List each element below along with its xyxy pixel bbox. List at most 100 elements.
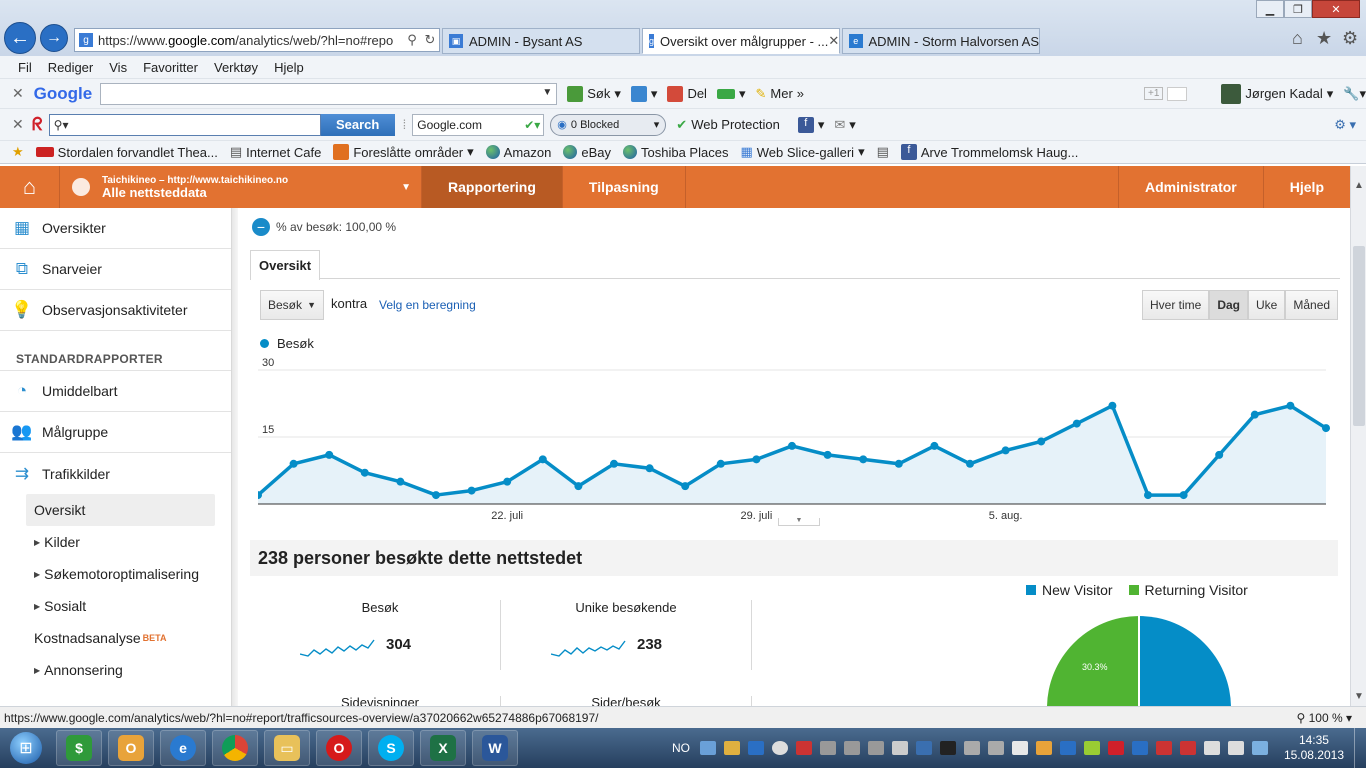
email-menu[interactable]: ✉ ▾	[834, 117, 855, 133]
data-point[interactable]	[538, 455, 547, 464]
data-point[interactable]	[645, 464, 654, 473]
nav-help[interactable]: Hjelp	[1264, 166, 1350, 208]
tray-icon[interactable]	[843, 741, 860, 755]
tray-icon[interactable]	[1179, 741, 1196, 755]
data-point[interactable]	[1037, 437, 1046, 446]
tray-icon[interactable]	[1131, 741, 1148, 755]
data-point[interactable]	[681, 482, 690, 491]
granularity-hour[interactable]: Hver time	[1142, 290, 1210, 320]
data-point[interactable]	[894, 459, 903, 468]
menu-favorites[interactable]: Favoritter	[143, 60, 198, 75]
network-icon[interactable]	[1227, 741, 1244, 755]
data-point[interactable]	[289, 459, 298, 468]
menu-help[interactable]: Hjelp	[274, 60, 304, 75]
blocked-counter[interactable]: ◉ 0 Blocked ▾	[550, 113, 667, 136]
account-selector[interactable]: Taichikineo – http://www.taichikineo.no …	[60, 166, 422, 208]
tray-icon[interactable]	[771, 741, 788, 755]
data-point[interactable]	[1322, 424, 1330, 433]
sidebar-sub-oversikt[interactable]: Oversikt	[26, 494, 215, 526]
data-point[interactable]	[1001, 446, 1010, 455]
tray-icon[interactable]	[747, 741, 764, 755]
tray-icon[interactable]	[1203, 741, 1220, 755]
nav-tilpasning[interactable]: Tilpasning	[563, 166, 686, 208]
sidebar-item-snarveier[interactable]: ⧉ Snarveier	[0, 249, 231, 290]
sidebar-item-observasjon[interactable]: 💡 Observasjonsaktiviteter	[0, 290, 231, 331]
favorite-item[interactable]: ▦ Web Slice-galleri ▾	[740, 144, 864, 160]
close-window-button[interactable]: ✕	[1312, 0, 1360, 18]
wrench-icon[interactable]: 🔧▾	[1343, 86, 1366, 102]
tray-icon[interactable]	[963, 741, 980, 755]
metric-select[interactable]: Besøk ▼	[260, 290, 324, 320]
data-point[interactable]	[1250, 410, 1259, 419]
bookmark-menu[interactable]: ▾	[630, 85, 657, 102]
data-point[interactable]	[467, 486, 476, 495]
data-point[interactable]	[1215, 450, 1224, 459]
data-point[interactable]	[716, 459, 725, 468]
maximize-button[interactable]: ❐	[1284, 0, 1312, 18]
tray-icon[interactable]	[723, 741, 740, 755]
granularity-week[interactable]: Uke	[1248, 290, 1286, 320]
sidebar-item-malgruppe[interactable]: 👥 Målgruppe	[0, 412, 231, 453]
engine-select[interactable]: Google.com ✔▾	[412, 113, 545, 136]
tab-storm[interactable]: e ADMIN - Storm Halvorsen AS	[842, 28, 1040, 54]
favorite-item[interactable]: ▤	[877, 144, 889, 160]
taskbar-app-word[interactable]: W	[472, 730, 518, 766]
close-toolbar-icon[interactable]: ✕	[12, 116, 30, 133]
data-point[interactable]	[1108, 401, 1117, 410]
data-point[interactable]	[859, 455, 868, 464]
granularity-month[interactable]: Måned	[1285, 290, 1339, 320]
tray-icon[interactable]	[939, 741, 956, 755]
nav-rapportering[interactable]: Rapportering	[422, 166, 563, 208]
more-menu[interactable]: ✎ Mer»	[755, 86, 804, 102]
home-button[interactable]: ⌂	[0, 166, 60, 208]
show-desktop-button[interactable]	[1354, 728, 1366, 768]
zoom-control[interactable]: ⚲ 100 % ▾	[1296, 711, 1352, 725]
tray-icon[interactable]	[699, 741, 716, 755]
tray-icon[interactable]	[795, 741, 812, 755]
sidebar-sub-annonsering[interactable]: ▶ Annonsering	[0, 654, 231, 686]
sidebar-sub-sosialt[interactable]: ▶ Sosialt	[0, 590, 231, 622]
data-point[interactable]	[432, 491, 440, 500]
start-button[interactable]: ⊞	[4, 729, 48, 767]
data-point[interactable]	[788, 441, 796, 450]
data-point[interactable]	[396, 477, 405, 486]
minimize-button[interactable]: ▁	[1256, 0, 1284, 18]
tray-icon[interactable]	[867, 741, 884, 755]
data-point[interactable]	[752, 455, 761, 464]
chart-resize-handle[interactable]: ▼	[778, 517, 820, 526]
tools-gear-icon[interactable]: ⚙	[1342, 28, 1358, 49]
taskbar-app-outlook[interactable]: O	[108, 730, 154, 766]
tray-icon[interactable]	[1251, 741, 1268, 755]
favorite-item[interactable]: ▤ Internet Cafe	[230, 144, 321, 160]
data-point[interactable]	[930, 441, 939, 450]
avg-search-input[interactable]: ⚲▾	[48, 113, 321, 136]
tray-icon[interactable]	[1035, 741, 1052, 755]
back-button[interactable]: ←	[4, 22, 36, 54]
sidebar-sub-kostnadsanalyse[interactable]: Kostnadsanalyse BETA	[0, 622, 231, 654]
granularity-day[interactable]: Dag	[1209, 290, 1249, 320]
tray-icon[interactable]	[1011, 741, 1028, 755]
favorite-item[interactable]: Toshiba Places	[623, 145, 728, 160]
nav-administrator[interactable]: Administrator	[1117, 166, 1264, 208]
favorite-item[interactable]: f Arve Trommelomsk Haug...	[900, 144, 1078, 160]
avg-tray-icon[interactable]	[1107, 741, 1124, 755]
data-point[interactable]	[574, 482, 583, 491]
taskbar-app-excel[interactable]: X	[420, 730, 466, 766]
favorite-item[interactable]: Foreslåtte områder ▾	[333, 144, 474, 160]
tray-icon[interactable]	[987, 741, 1004, 755]
forward-button[interactable]: →	[40, 24, 68, 52]
home-icon[interactable]: ⌂	[1292, 28, 1303, 49]
close-toolbar-icon[interactable]: ✕	[12, 85, 30, 102]
data-point[interactable]	[1144, 491, 1152, 500]
sidebar-sub-seo[interactable]: ▶ Søkemotoroptimalisering	[0, 558, 231, 590]
taskbar-app-money[interactable]: $	[56, 730, 102, 766]
refresh-icon[interactable]: ↻	[421, 32, 439, 48]
mail-menu[interactable]: ▾	[716, 86, 745, 102]
menu-tools[interactable]: Verktøy	[214, 60, 258, 75]
tray-icon[interactable]	[1059, 741, 1076, 755]
language-indicator[interactable]: NO	[672, 741, 690, 755]
data-point[interactable]	[610, 459, 618, 468]
data-point[interactable]	[1072, 419, 1081, 428]
tray-icon[interactable]	[1083, 741, 1100, 755]
gplus-button[interactable]: +1	[1144, 86, 1188, 101]
